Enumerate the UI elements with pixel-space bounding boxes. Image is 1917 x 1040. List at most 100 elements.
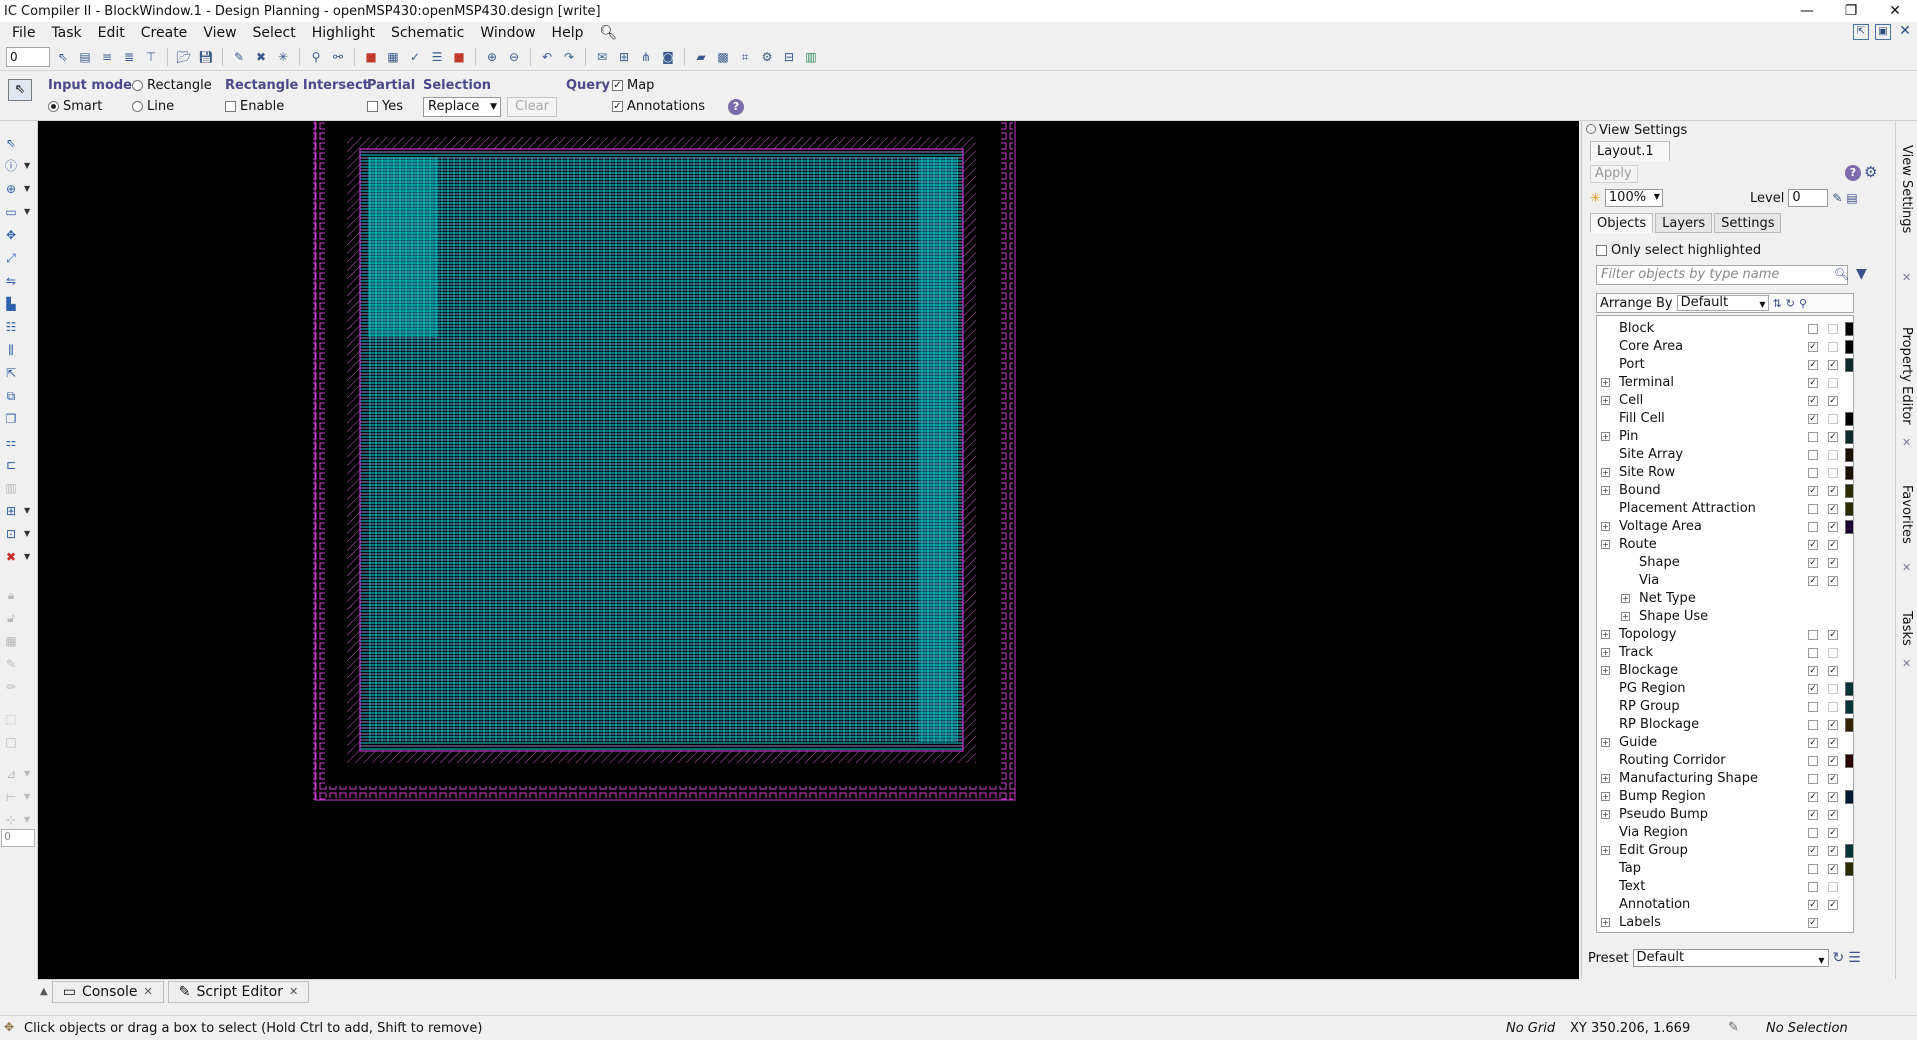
object-row[interactable]: Fill Cell ✓: [1597, 410, 1853, 428]
minimize-button[interactable]: —: [1785, 0, 1829, 22]
maximize-button[interactable]: ❐: [1829, 0, 1873, 22]
side-tab-favorites[interactable]: Favorites: [1899, 485, 1914, 544]
object-row[interactable]: PG Region ✓: [1597, 680, 1853, 698]
chip-icon[interactable]: ▰: [692, 48, 710, 66]
chevron-down-icon[interactable]: ▼: [24, 792, 30, 801]
menu-create[interactable]: Create: [133, 25, 196, 41]
expand-icon[interactable]: +: [1601, 630, 1610, 639]
visible-checkbox[interactable]: ✓: [1808, 378, 1818, 388]
gear-icon[interactable]: ⚙: [1864, 163, 1877, 181]
expand-icon[interactable]: +: [1601, 918, 1610, 927]
object-row[interactable]: Text: [1597, 878, 1853, 896]
layout-canvas[interactable]: [38, 121, 1579, 979]
duplicate-icon[interactable]: ❐: [3, 411, 19, 427]
ruler-icon[interactable]: ⊿: [3, 766, 19, 782]
visible-checkbox[interactable]: [1808, 630, 1818, 640]
selectable-checkbox[interactable]: [1828, 414, 1838, 424]
selectable-checkbox[interactable]: [1828, 684, 1838, 694]
expand-icon[interactable]: +: [1601, 432, 1610, 441]
selection-mode-select[interactable]: Replace: [423, 97, 501, 117]
object-row[interactable]: Placement Attraction ✓: [1597, 500, 1853, 518]
chevron-down-icon[interactable]: ▼: [24, 506, 30, 515]
selectable-checkbox[interactable]: ✓: [1828, 630, 1838, 640]
move-icon[interactable]: ✥: [3, 227, 19, 243]
menu-view[interactable]: View: [195, 25, 244, 41]
camera-icon[interactable]: ◙: [659, 48, 677, 66]
object-row[interactable]: Block: [1597, 320, 1853, 338]
selectable-checkbox[interactable]: ✓: [1828, 900, 1838, 910]
objects-list[interactable]: Block Core Area ✓ Port ✓ ✓ + Terminal ✓ + Cell ✓ ✓ Fi…: [1596, 315, 1854, 933]
level-spinner[interactable]: 0: [1788, 189, 1829, 207]
hierarchy-icon[interactable]: ⊞: [615, 48, 633, 66]
mdi-close-icon[interactable]: ✕: [1897, 24, 1913, 40]
arrange-by-select[interactable]: Default: [1676, 295, 1769, 312]
selectable-checkbox[interactable]: [1828, 342, 1838, 352]
selectable-checkbox[interactable]: ✓: [1828, 774, 1838, 784]
pin-icon[interactable]: ⚲: [1799, 297, 1807, 310]
object-row[interactable]: Annotation ✓ ✓: [1597, 896, 1853, 914]
net-icon[interactable]: ⊟: [780, 48, 798, 66]
delete-icon[interactable]: ✖: [252, 48, 270, 66]
close-icon[interactable]: ✕: [289, 985, 298, 998]
save-icon[interactable]: 💾︎: [197, 48, 215, 66]
close-button[interactable]: ✕: [1873, 0, 1917, 22]
visible-checkbox[interactable]: ✓: [1808, 846, 1818, 856]
square-icon[interactable]: □: [3, 734, 19, 750]
layout-drawing[interactable]: [38, 121, 1579, 979]
close-icon[interactable]: ✕: [1902, 436, 1911, 449]
grid-icon[interactable]: ▩: [714, 48, 732, 66]
selectable-checkbox[interactable]: ✓: [1828, 540, 1838, 550]
object-row[interactable]: Shape ✓ ✓: [1597, 554, 1853, 572]
expand-icon[interactable]: +: [1601, 666, 1610, 675]
visible-checkbox[interactable]: ✓: [1808, 666, 1818, 676]
object-row[interactable]: + Net Type: [1597, 590, 1853, 608]
menu-task[interactable]: Task: [43, 25, 89, 41]
partial-checkbox[interactable]: Yes: [367, 99, 403, 114]
erc-icon[interactable]: ■: [450, 48, 468, 66]
visible-checkbox[interactable]: ✓: [1808, 792, 1818, 802]
bracket-icon[interactable]: ⊏: [3, 457, 19, 473]
object-row[interactable]: RP Group: [1597, 698, 1853, 716]
resize-icon[interactable]: ⤢: [3, 250, 19, 266]
lock-icon[interactable]: 🔒︎: [3, 587, 19, 603]
mode-line-radio[interactable]: Line: [132, 99, 174, 114]
copy-icon[interactable]: ⧉: [3, 388, 19, 404]
pen-icon[interactable]: ✎: [230, 48, 248, 66]
refresh-icon[interactable]: ↻: [1786, 297, 1795, 310]
close-icon[interactable]: ✕: [1902, 561, 1911, 574]
object-row[interactable]: + Site Row: [1597, 464, 1853, 482]
rectangle-icon[interactable]: ▭: [3, 204, 19, 220]
mdi-tile-icon[interactable]: ▣: [1875, 24, 1891, 40]
select-arrow-icon[interactable]: ⇖: [3, 135, 19, 151]
chevron-down-icon[interactable]: ▼: [24, 207, 30, 216]
object-row[interactable]: Site Array: [1597, 446, 1853, 464]
chevron-down-icon[interactable]: ▼: [24, 552, 30, 561]
open-folder-icon[interactable]: 📂︎: [175, 48, 193, 66]
search-icon[interactable]: 🔍︎: [1834, 267, 1849, 281]
preset-select[interactable]: Default: [1632, 949, 1829, 969]
selectable-checkbox[interactable]: [1828, 378, 1838, 388]
chevron-down-icon[interactable]: ▼: [24, 815, 30, 824]
object-row[interactable]: + Edit Group ✓ ✓: [1597, 842, 1853, 860]
selectable-checkbox[interactable]: ✓: [1828, 864, 1838, 874]
help-icon[interactable]: ?: [1845, 165, 1861, 181]
route-icon[interactable]: ⚲: [307, 48, 325, 66]
tab-layers[interactable]: Layers: [1655, 213, 1713, 233]
align2-icon[interactable]: ≣: [120, 48, 138, 66]
expand-icon[interactable]: +: [1601, 738, 1610, 747]
object-row[interactable]: + Manufacturing Shape ✓: [1597, 770, 1853, 788]
object-row[interactable]: Port ✓ ✓: [1597, 356, 1853, 374]
visible-checkbox[interactable]: [1808, 828, 1818, 838]
expand-icon[interactable]: +: [1601, 396, 1610, 405]
expand-icon[interactable]: +: [1601, 522, 1610, 531]
color-swatch[interactable]: [1845, 790, 1853, 804]
tab-settings[interactable]: Settings: [1714, 213, 1782, 233]
chevron-down-icon[interactable]: ▼: [24, 769, 30, 778]
side-tab-tasks[interactable]: Tasks: [1899, 611, 1914, 646]
object-row[interactable]: Core Area ✓: [1597, 338, 1853, 356]
menu-window[interactable]: Window: [472, 25, 543, 41]
expand-icon[interactable]: +: [1621, 594, 1630, 603]
expand-icon[interactable]: +: [1601, 648, 1610, 657]
query-annotations-checkbox[interactable]: ✓ Annotations: [612, 99, 705, 114]
object-row[interactable]: + Topology ✓: [1597, 626, 1853, 644]
